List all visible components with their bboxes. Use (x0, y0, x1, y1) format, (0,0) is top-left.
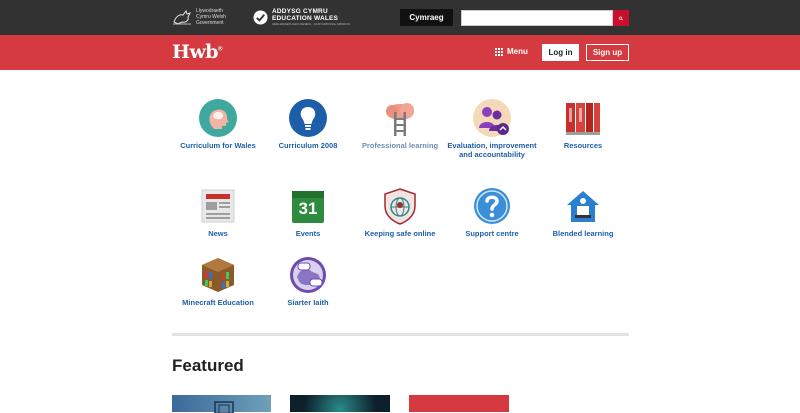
tile-label: Professional learning (361, 141, 439, 150)
featured-heading: Featured (172, 356, 244, 375)
grid-menu-icon (495, 47, 503, 56)
login-button[interactable]: Log in (542, 44, 579, 61)
tile-curriculum-for-wales[interactable]: Curriculum for Wales (172, 98, 264, 151)
tile-label: Support centre (465, 229, 519, 238)
signup-button[interactable]: Sign up (586, 44, 629, 61)
search-icon (619, 16, 623, 20)
tile-curriculum-2008[interactable]: Curriculum 2008 (262, 98, 354, 151)
tile-label: Minecraft Education (182, 298, 254, 307)
education-wales-line1: ADDYSG CYMRU (272, 8, 328, 15)
tile-keeping-safe-online[interactable]: Keeping safe online (354, 186, 446, 239)
newspaper-icon (201, 189, 235, 223)
tile-support-centre[interactable]: Support centre (446, 186, 538, 239)
tile-label: News (208, 229, 228, 238)
tile-label: Resources (563, 141, 603, 150)
menu-label: Menu (507, 47, 528, 56)
education-wales-line2: EDUCATION WALES (272, 15, 339, 22)
featured-card[interactable] (409, 395, 509, 412)
search-button[interactable] (613, 10, 629, 26)
tile-siarter-iaith[interactable]: Siarter Iaith (262, 255, 354, 308)
checkmark-badge-icon (253, 9, 268, 25)
featured-card[interactable] (290, 395, 390, 412)
dragon-icon (173, 9, 191, 25)
lightbulb-icon (289, 99, 327, 137)
education-wales-logo[interactable]: ADDYSG CYMRU EDUCATION WALES CENHADAETH … (253, 8, 350, 26)
language-toggle-button[interactable]: Cymraeg (400, 9, 453, 26)
speech-globe-icon (290, 257, 326, 293)
tile-label: Blended learning (552, 229, 614, 238)
tile-label: Evaluation, improvement and accountabili… (447, 141, 537, 159)
hwb-logo[interactable]: Hwb® (172, 41, 223, 63)
welsh-government-logo[interactable]: Llywodraeth Cymru Welsh Government (172, 8, 236, 26)
calendar-day: 31 (298, 199, 318, 218)
ladder-cloud-icon (386, 103, 414, 136)
question-icon (474, 188, 510, 224)
tile-label: Events (295, 229, 321, 238)
tile-minecraft-education[interactable]: Minecraft Education (172, 255, 264, 308)
head-icon (199, 99, 237, 137)
books-icon (566, 103, 600, 135)
welsh-government-text: Llywodraeth Cymru Welsh Government (196, 8, 226, 26)
people-growth-icon (473, 99, 511, 137)
screen-icon (214, 401, 234, 413)
site-header: Hwb® Menu Log in Sign up (0, 35, 800, 70)
tile-events[interactable]: 31 Events (262, 186, 354, 239)
hwb-brand-text: Hwb (172, 41, 219, 63)
menu-button[interactable]: Menu (495, 47, 528, 56)
government-bar: Llywodraeth Cymru Welsh Government ADDYS… (0, 0, 800, 35)
minecraft-bookshelf-icon (202, 258, 234, 292)
search-input[interactable] (461, 10, 613, 26)
tile-professional-learning[interactable]: Professional learning (354, 98, 446, 151)
featured-card[interactable] (172, 395, 271, 413)
tile-resources[interactable]: Resources (537, 98, 629, 151)
tile-blended-learning[interactable]: Blended learning (537, 186, 629, 239)
house-laptop-icon (567, 191, 599, 222)
tile-label: Curriculum 2008 (278, 141, 338, 150)
calendar-icon: 31 (288, 186, 328, 226)
tile-news[interactable]: News (172, 186, 264, 239)
tile-evaluation-improvement-accountability[interactable]: Evaluation, improvement and accountabili… (446, 98, 538, 159)
tile-label: Siarter Iaith (287, 298, 329, 307)
tile-label: Curriculum for Wales (180, 141, 256, 150)
section-divider (172, 333, 629, 336)
shield-globe-icon (384, 188, 416, 225)
education-wales-tagline: CENHADAETH EIN CENEDL · OUR NATIONAL MIS… (272, 22, 350, 26)
registered-mark: ® (218, 46, 223, 53)
tile-label: Keeping safe online (364, 229, 436, 238)
